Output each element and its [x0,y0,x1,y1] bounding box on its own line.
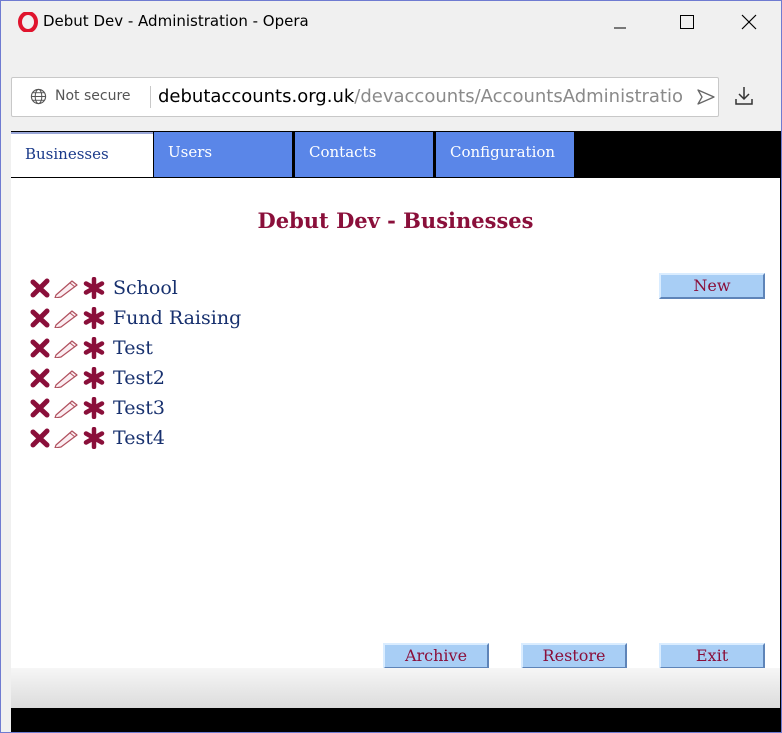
page-title: Debut Dev - Businesses [257,208,534,233]
maximize-icon [680,15,694,29]
window-title: Debut Dev - Administration - Opera [43,12,309,30]
list-item: Test3 [29,393,241,423]
footer-strip [11,668,780,708]
tab-businesses[interactable]: Businesses [11,132,153,177]
business-list: School Fund Raising Test Test2 Test3 Test4 [29,273,241,453]
edit-pencil-icon[interactable] [51,307,81,329]
archive-asterisk-icon[interactable] [81,397,107,419]
business-name-link[interactable]: Test3 [113,397,165,419]
list-item: Test [29,333,241,363]
delete-icon[interactable] [29,307,51,329]
delete-icon[interactable] [29,367,51,389]
delete-icon[interactable] [29,277,51,299]
list-item: School [29,273,241,303]
content-panel: Debut Dev - Businesses School Fund Raisin… [11,178,780,669]
business-name-link[interactable]: School [113,277,178,299]
title-bar: Debut Dev - Administration - Opera Not s… [1,1,781,117]
business-name-link[interactable]: Fund Raising [113,307,241,329]
edit-pencil-icon[interactable] [51,427,81,449]
archive-asterisk-icon[interactable] [81,367,107,389]
address-bar[interactable]: Not secure debutaccounts.org.uk/devaccou… [11,77,719,117]
restore-button[interactable]: Restore [521,643,627,669]
close-icon [741,14,757,30]
archive-asterisk-icon[interactable] [81,337,107,359]
maximize-button[interactable] [664,7,710,37]
url-field[interactable]: debutaccounts.org.uk/devaccounts/Account… [158,86,692,107]
url-path: /devaccounts/AccountsAdministratio [354,86,684,107]
edit-pencil-icon[interactable] [51,277,81,299]
archive-button[interactable]: Archive [383,643,489,669]
globe-icon [30,88,47,105]
delete-icon[interactable] [29,337,51,359]
edit-pencil-icon[interactable] [51,397,81,419]
exit-button[interactable]: Exit [659,643,765,669]
close-button[interactable] [726,7,772,37]
list-item: Fund Raising [29,303,241,333]
browser-window: Debut Dev - Administration - Opera Not s… [0,0,782,733]
delete-icon[interactable] [29,397,51,419]
business-name-link[interactable]: Test [113,337,153,359]
url-host: debutaccounts.org.uk [158,86,355,107]
page-viewport: Businesses Users Contacts Configuration … [11,131,781,732]
opera-logo-icon [18,12,38,32]
list-item: Test4 [29,423,241,453]
minimize-icon [614,27,626,29]
tab-configuration[interactable]: Configuration [436,132,574,177]
business-name-link[interactable]: Test2 [113,367,165,389]
tab-bar: Businesses Users Contacts Configuration [11,131,781,178]
minimize-button[interactable] [597,7,643,37]
delete-icon[interactable] [29,427,51,449]
edit-pencil-icon[interactable] [51,337,81,359]
archive-asterisk-icon[interactable] [81,277,107,299]
download-icon[interactable] [734,85,754,107]
address-divider [150,86,151,108]
list-item: Test2 [29,363,241,393]
archive-asterisk-icon[interactable] [81,307,107,329]
archive-asterisk-icon[interactable] [81,427,107,449]
security-label[interactable]: Not secure [55,88,131,104]
new-button[interactable]: New [659,273,765,299]
tab-contacts[interactable]: Contacts [295,132,433,177]
title-row: Debut Dev - Administration - Opera [1,1,781,41]
tab-users[interactable]: Users [154,132,292,177]
business-name-link[interactable]: Test4 [113,427,165,449]
send-icon[interactable] [696,88,716,106]
edit-pencil-icon[interactable] [51,367,81,389]
